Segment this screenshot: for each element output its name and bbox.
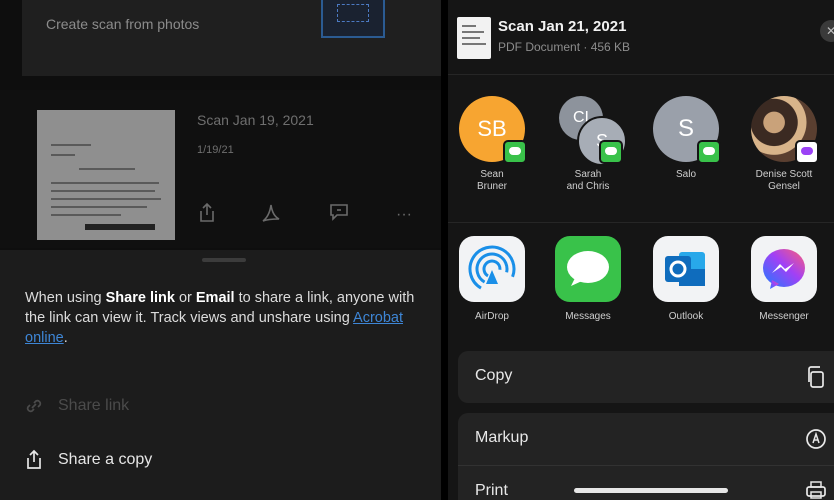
contact-name: Sean Bruner — [476, 169, 507, 192]
print-action[interactable]: Print — [458, 466, 834, 500]
share-note: When using Share link or Email to share … — [25, 288, 425, 348]
contact-sean-bruner[interactable]: SB Sean Bruner — [452, 96, 532, 193]
link-icon — [22, 394, 46, 418]
messages-badge-icon — [697, 140, 721, 164]
printer-icon — [804, 478, 828, 500]
share-sheet: When using Share link or Email to share … — [0, 250, 441, 500]
app-label: Messages — [565, 311, 611, 322]
divider — [448, 222, 834, 223]
avatar: S — [653, 96, 721, 164]
airdrop-icon — [459, 236, 525, 302]
contact-name: Salo — [675, 169, 696, 180]
app-label: Outlook — [668, 311, 704, 322]
avatar: SB — [459, 96, 527, 164]
share-link-label: Share link — [58, 397, 130, 414]
action-label: Copy — [475, 367, 513, 384]
acrobat-share-screen: Create scan from photos Scan Jan 19, 202… — [0, 0, 441, 500]
contact-sarah-and-chris[interactable]: CI S Sarah and Chris — [548, 96, 628, 193]
panel-divider — [441, 0, 448, 500]
document-subtitle: PDF Document · 456 KB — [498, 40, 631, 54]
document-thumbnail — [457, 17, 491, 59]
messenger-icon — [751, 236, 817, 302]
create-scan-illustration — [321, 0, 385, 38]
note-text: When using — [25, 290, 106, 306]
outlook-icon — [653, 236, 719, 302]
messages-icon — [555, 236, 621, 302]
contact-salo[interactable]: S Salo — [646, 96, 726, 181]
contact-denise-scott-gensel[interactable]: Denise Scott Gensel — [744, 96, 824, 193]
home-indicator — [574, 488, 728, 493]
messages-badge-icon — [503, 140, 527, 164]
share-icon[interactable] — [194, 202, 220, 228]
note-share-link: Share link — [105, 290, 175, 306]
share-copy-option[interactable]: Share a copy — [22, 446, 422, 474]
copy-action[interactable]: Copy — [458, 351, 834, 403]
create-scan-label: Create scan from photos — [46, 16, 200, 32]
scan-date: 1/19/21 — [197, 144, 234, 156]
note-text: . — [63, 330, 68, 346]
pdf-edit-icon[interactable] — [258, 202, 284, 228]
ios-share-sheet: Scan Jan 21, 2021 PDF Document · 456 KB … — [448, 0, 834, 500]
comment-icon[interactable] — [326, 202, 352, 228]
close-icon[interactable]: ✕ — [820, 20, 834, 42]
app-messages[interactable]: Messages — [548, 236, 628, 322]
copy-icon — [804, 365, 828, 389]
contact-name: Sarah and Chris — [566, 169, 610, 192]
divider — [448, 74, 834, 75]
markup-icon — [804, 427, 828, 451]
sheet-grabber[interactable] — [202, 258, 246, 262]
markup-action[interactable]: Markup — [458, 413, 834, 465]
scan-thumbnail[interactable] — [37, 110, 175, 240]
messenger-badge-icon — [795, 140, 819, 164]
app-outlook[interactable]: Outlook — [646, 236, 726, 322]
app-airdrop[interactable]: AirDrop — [452, 236, 532, 322]
scan-item-card[interactable]: Scan Jan 19, 2021 1/19/21 ··· — [0, 90, 441, 248]
note-email: Email — [195, 290, 235, 306]
app-label: AirDrop — [475, 311, 509, 322]
more-icon[interactable]: ··· — [391, 202, 417, 228]
group-avatar: CI S — [555, 96, 627, 166]
app-messenger[interactable]: Messenger — [744, 236, 824, 322]
app-label: Messenger — [759, 311, 809, 322]
avatar — [751, 96, 819, 164]
share-link-option[interactable]: Share link — [22, 392, 422, 420]
action-label: Markup — [475, 429, 529, 446]
contact-name: Denise Scott Gensel — [755, 169, 813, 192]
messages-badge-icon — [599, 140, 623, 164]
action-label: Print — [475, 482, 508, 499]
share-icon — [22, 448, 46, 472]
note-text: or — [174, 290, 196, 306]
share-copy-label: Share a copy — [58, 451, 153, 468]
document-title: Scan Jan 21, 2021 — [498, 18, 627, 35]
scan-title: Scan Jan 19, 2021 — [197, 112, 314, 128]
create-scan-card[interactable]: Create scan from photos — [22, 0, 441, 76]
